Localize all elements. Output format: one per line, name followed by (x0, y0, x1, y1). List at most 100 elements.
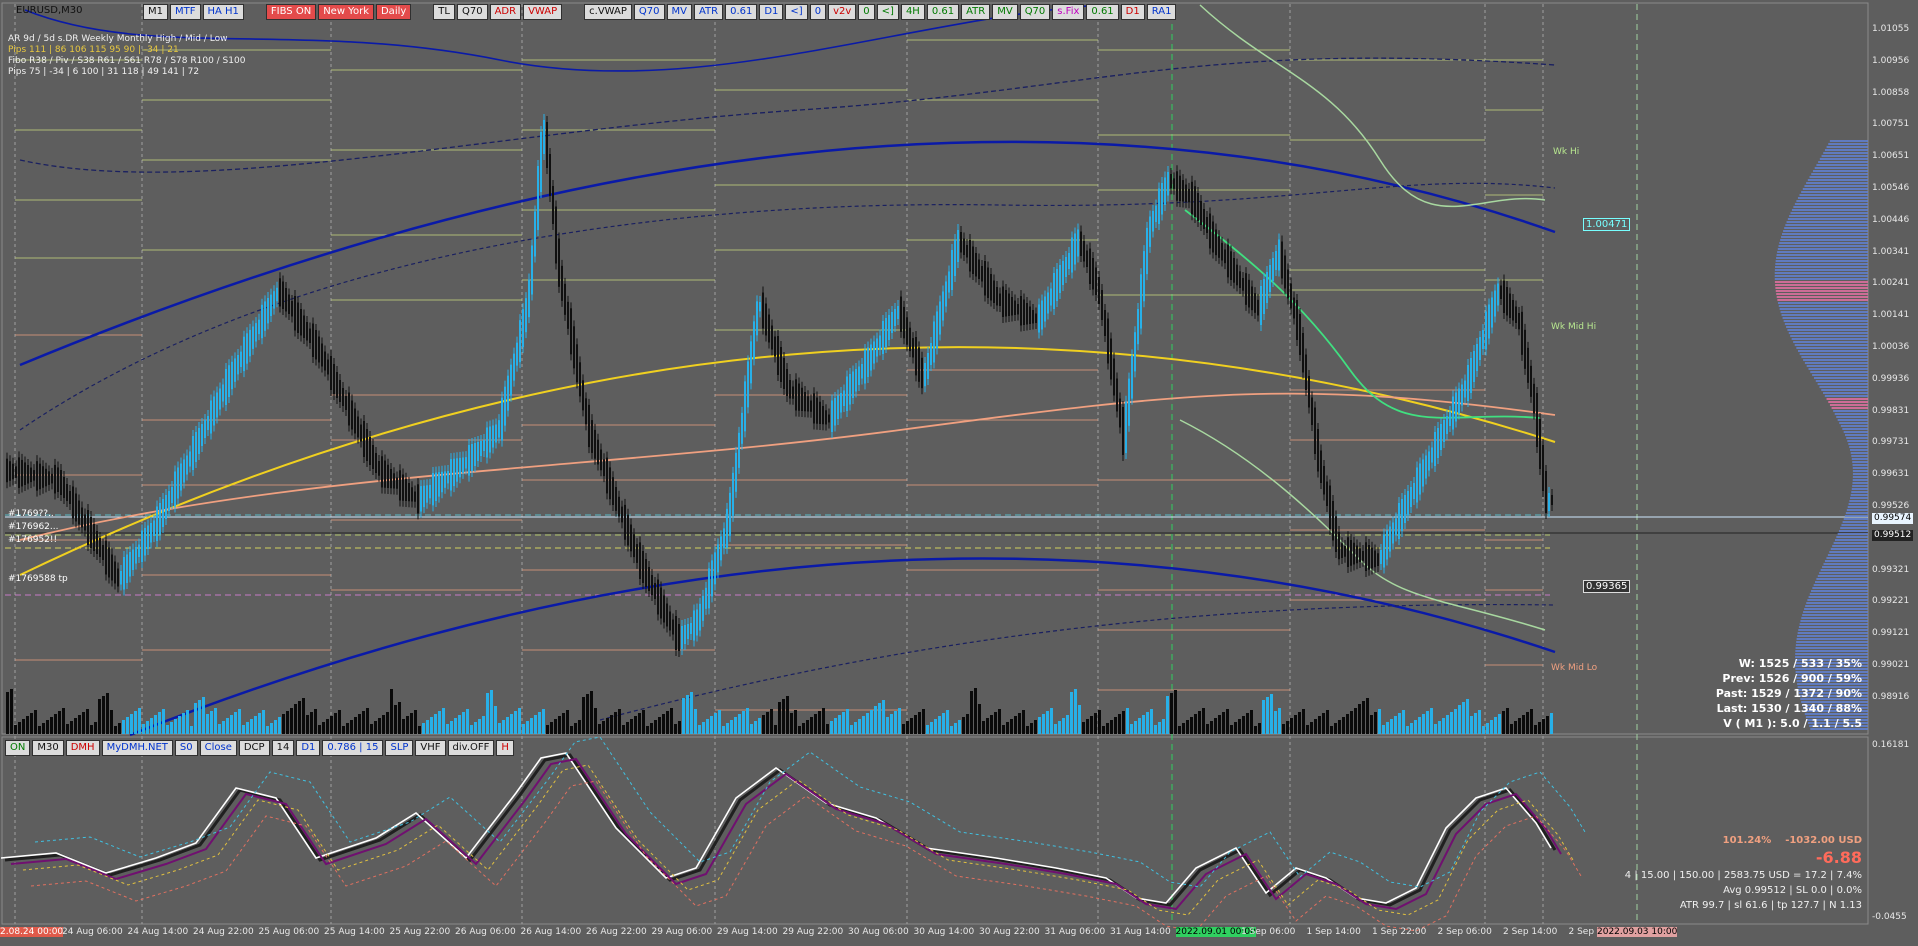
candle-body (222, 384, 224, 402)
toolbar-button[interactable]: Q70 (456, 4, 488, 20)
profile-bar (1821, 155, 1868, 157)
profile-bar (1850, 452, 1868, 454)
toolbar-button[interactable]: v2v (828, 4, 857, 20)
candle-body (453, 458, 455, 487)
volume-bar (362, 711, 365, 734)
profile-bar (1826, 557, 1868, 559)
toolbar-button[interactable]: D1 (759, 4, 784, 20)
volume-bar (310, 712, 313, 734)
toolbar-button[interactable]: 4H (900, 4, 925, 20)
price-axis-label: 1.00036 (1872, 342, 1910, 352)
toolbar-button[interactable]: 0.61 (1086, 4, 1119, 20)
toolbar-button[interactable]: MV (992, 4, 1018, 20)
toolbar-button[interactable]: New York (318, 4, 374, 20)
candle-body (693, 610, 695, 641)
volume-bar (506, 717, 509, 734)
toolbar-button[interactable]: Daily (375, 4, 412, 20)
toolbar-button[interactable]: 0.61 (926, 4, 960, 20)
toolbar-button[interactable]: MTF (170, 4, 201, 20)
candle-body (1386, 530, 1388, 560)
indicator-button[interactable]: Close (199, 740, 237, 756)
indicator-button[interactable]: ON (5, 740, 31, 756)
time-axis-label: 26 Aug 14:00 (520, 927, 582, 937)
volume-bar (1170, 693, 1173, 734)
profile-bar (1828, 143, 1868, 145)
toolbar-button[interactable]: Q70 (1019, 4, 1051, 20)
indicator-button[interactable]: 14 (271, 740, 295, 756)
toolbar-button[interactable]: RA1 (1146, 4, 1177, 20)
toolbar-button[interactable]: D1 (1120, 4, 1145, 20)
profile-bar (1852, 482, 1868, 484)
volume-bar (1126, 708, 1129, 734)
candle-body (1158, 188, 1160, 224)
volume-bar (774, 725, 777, 734)
toolbar-button[interactable]: HA H1 (202, 4, 244, 20)
volume-bar (42, 723, 45, 734)
price-axis-label: 0.99936 (1872, 373, 1910, 384)
candle-body (1410, 487, 1412, 507)
indicator-button[interactable]: H (496, 740, 514, 756)
toolbar-button[interactable]: 0.61 (725, 4, 758, 20)
candle-body (672, 619, 674, 635)
volume-bar (1094, 713, 1097, 734)
candle-body (1053, 273, 1055, 309)
candle-body (816, 397, 818, 424)
volume-bar (274, 720, 277, 734)
toolbar-button[interactable]: ATR (693, 4, 724, 20)
toolbar-button[interactable]: 0 (809, 4, 827, 20)
toolbar-button[interactable]: FIBS ON (265, 4, 317, 20)
candle-body (1020, 296, 1022, 326)
volume-bar (1306, 725, 1309, 734)
candle-body (234, 358, 236, 382)
candle-body (462, 457, 464, 473)
volume-bar (1122, 711, 1125, 734)
toolbar-button[interactable]: ADR (489, 4, 522, 20)
toolbar-button[interactable]: VWAP (523, 4, 563, 20)
profile-bar (1781, 236, 1868, 238)
candle-body (1329, 485, 1331, 529)
profile-bar (1846, 437, 1868, 439)
volume-bar (258, 713, 261, 734)
candle-body (366, 429, 368, 461)
toolbar-button[interactable]: 0 (858, 4, 875, 20)
volume-bar (1470, 716, 1473, 734)
toolbar-button[interactable]: c.VWAP (584, 4, 632, 20)
indicator-button[interactable]: DCP (238, 740, 270, 756)
profile-bar (1796, 347, 1868, 349)
toolbar-button[interactable]: M1 (143, 4, 168, 20)
indicator-button[interactable]: VHF (415, 740, 446, 756)
indicator-button[interactable]: MyDMH.NET (101, 740, 173, 756)
volume-bar (1382, 725, 1385, 734)
candle-body (1095, 267, 1097, 295)
toolbar-button[interactable]: MV (666, 4, 692, 20)
toolbar-button[interactable]: Q70 (633, 4, 665, 20)
toolbar-button[interactable]: s.Fix (1052, 4, 1085, 20)
toolbar-button[interactable]: ATR (961, 4, 991, 20)
toolbar-button[interactable]: TL (433, 4, 455, 20)
volume-bar (1542, 719, 1545, 734)
price-chart[interactable] (0, 0, 1918, 946)
candle-body (660, 587, 662, 619)
toolbar-button[interactable]: <] (785, 4, 808, 20)
volume-bar (1442, 718, 1445, 734)
indicator-button[interactable]: div.OFF (447, 740, 495, 756)
candle-body (747, 361, 749, 408)
volume-bar (14, 725, 17, 734)
profile-bar (1851, 491, 1868, 493)
volume-bar (186, 710, 189, 734)
candle-body (1023, 299, 1025, 325)
candle-body (768, 314, 770, 343)
toolbar-button[interactable]: <] (876, 4, 899, 20)
indicator-button[interactable]: S0 (174, 740, 198, 756)
indicator-button[interactable]: M30 (32, 740, 64, 756)
indicator-button[interactable]: D1 (296, 740, 321, 756)
candle-body (351, 400, 353, 430)
candle-body (891, 312, 893, 333)
indicator-button[interactable]: 0.786 | 15 (322, 740, 384, 756)
profile-bar (1803, 611, 1868, 613)
indicator-button[interactable]: SLP (385, 740, 414, 756)
volume-bar (674, 724, 677, 734)
indicator-button[interactable]: DMH (65, 740, 100, 756)
volume-bar (294, 704, 297, 734)
volume-bar (306, 715, 309, 734)
